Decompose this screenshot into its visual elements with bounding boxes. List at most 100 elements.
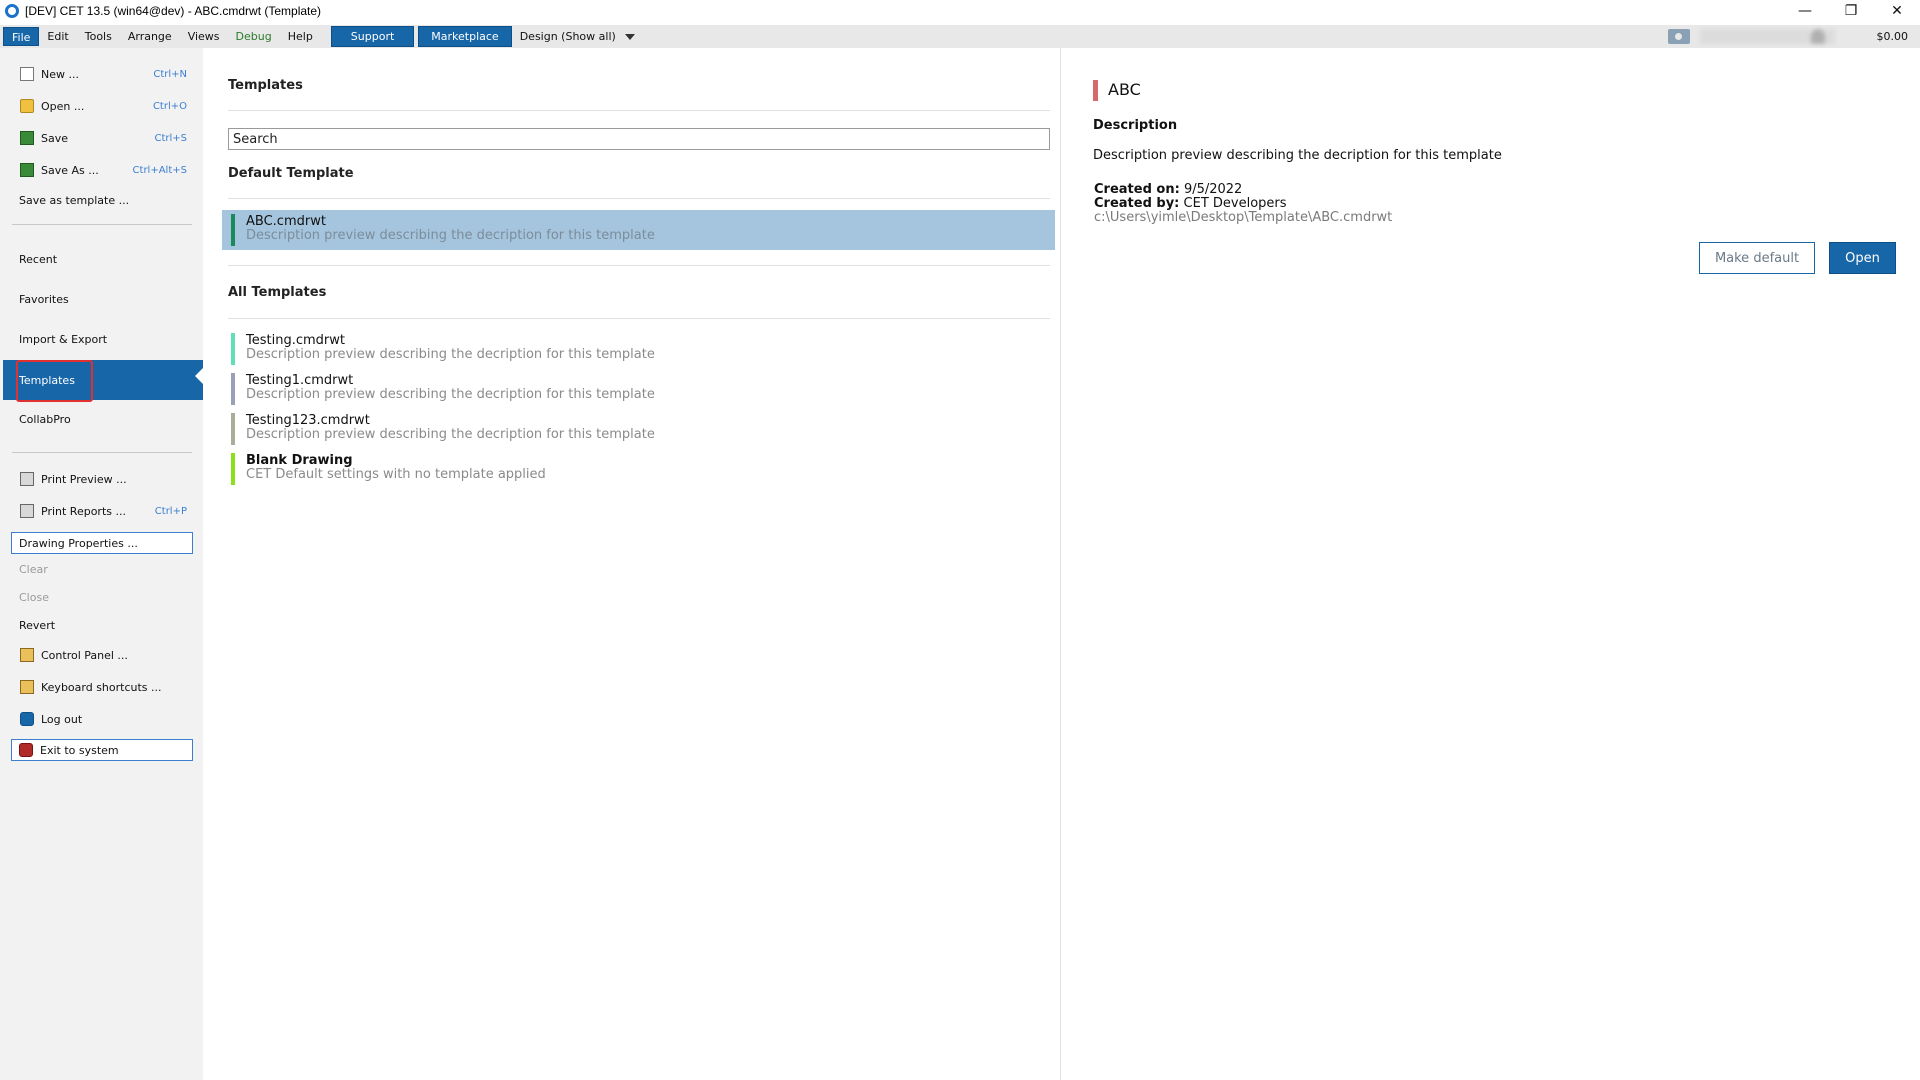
template-description: CET Default settings with no template ap… xyxy=(246,467,546,482)
sidebar-item-label: Control Panel ... xyxy=(41,648,128,662)
template-color-bar xyxy=(231,413,235,445)
divider xyxy=(228,198,1050,199)
templates-panel: Templates Default Template ABC.cmdrwt De… xyxy=(203,48,1061,1080)
sidebar-item-label: Drawing Properties ... xyxy=(19,536,138,550)
sidebar-item-label: Log out xyxy=(41,712,83,726)
description-heading: Description xyxy=(1093,118,1178,133)
created-on-row: Created on: 9/5/2022 xyxy=(1094,182,1242,197)
sidebar-item-print-preview[interactable]: Print Preview ... xyxy=(0,463,203,495)
user-account[interactable] xyxy=(1699,29,1835,44)
menu-help[interactable]: Help xyxy=(280,27,321,46)
sidebar-item-new[interactable]: New ... Ctrl+N xyxy=(0,58,203,90)
sidebar-item-save-as[interactable]: Save As ... Ctrl+Alt+S xyxy=(0,154,203,186)
menu-views[interactable]: Views xyxy=(180,27,228,46)
exit-power-icon xyxy=(19,743,33,757)
sidebar-item-save-as-template[interactable]: Save as template ... xyxy=(0,184,203,216)
sidebar-item-label: Clear xyxy=(19,562,48,576)
sidebar-item-label: Open ... xyxy=(41,99,85,113)
template-row[interactable]: Testing1.cmdrwt Description preview desc… xyxy=(231,373,1053,405)
sidebar-item-label: Exit to system xyxy=(40,743,119,757)
template-description: Description preview describing the decri… xyxy=(246,228,655,243)
support-button[interactable]: Support xyxy=(330,26,415,47)
selection-highlight-outline xyxy=(16,360,93,402)
window-controls: — ❐ ✕ xyxy=(1782,0,1920,22)
shortcut-label: Ctrl+S xyxy=(154,132,187,144)
sidebar-item-label: Revert xyxy=(19,618,56,632)
control-panel-icon xyxy=(20,648,34,662)
open-folder-icon xyxy=(20,99,34,113)
print-preview-icon xyxy=(20,472,34,486)
sidebar-item-label: Save xyxy=(41,131,69,145)
sidebar-item-label: Import & Export xyxy=(19,332,108,346)
sidebar-item-revert[interactable]: Revert xyxy=(0,609,203,641)
template-row[interactable]: Blank Drawing CET Default settings with … xyxy=(231,453,1053,485)
restore-button[interactable]: ❐ xyxy=(1828,0,1874,22)
templates-heading: Templates xyxy=(228,78,303,93)
template-title: ABC xyxy=(1108,80,1141,99)
title-bar: [DEV] CET 13.5 (win64@dev) - ABC.cmdrwt … xyxy=(0,0,1920,22)
sidebar-item-recent[interactable]: Recent xyxy=(0,243,203,275)
design-dropdown[interactable]: Design (Show all) xyxy=(520,30,635,43)
sidebar-item-label: Recent xyxy=(19,252,58,266)
template-color-bar xyxy=(231,453,235,485)
shortcut-label: Ctrl+Alt+S xyxy=(132,164,187,176)
sidebar-item-label: CollabPro xyxy=(19,412,71,426)
camera-icon[interactable] xyxy=(1667,29,1690,44)
default-template-row[interactable]: ABC.cmdrwt Description preview describin… xyxy=(222,210,1055,250)
sidebar-item-exit[interactable]: Exit to system xyxy=(11,739,193,761)
created-by-row: Created by: CET Developers xyxy=(1094,196,1287,211)
sidebar-item-save[interactable]: Save Ctrl+S xyxy=(0,122,203,154)
sidebar-item-favorites[interactable]: Favorites xyxy=(0,283,203,315)
sidebar-item-drawing-properties[interactable]: Drawing Properties ... xyxy=(11,532,193,554)
sidebar-item-collabpro[interactable]: CollabPro xyxy=(0,403,203,435)
template-row[interactable]: Testing123.cmdrwt Description preview de… xyxy=(231,413,1053,445)
sidebar-item-keyboard-shortcuts[interactable]: Keyboard shortcuts ... xyxy=(0,671,203,703)
marketplace-button[interactable]: Marketplace xyxy=(418,26,512,47)
template-color-bar xyxy=(231,333,235,365)
template-row[interactable]: Testing.cmdrwt Description preview descr… xyxy=(231,333,1053,365)
template-color-bar xyxy=(231,214,235,246)
sidebar-item-control-panel[interactable]: Control Panel ... xyxy=(0,639,203,671)
created-on-value: 9/5/2022 xyxy=(1183,182,1243,197)
menu-edit[interactable]: Edit xyxy=(39,27,76,46)
shortcut-label: Ctrl+N xyxy=(153,68,187,80)
sidebar-item-label: Save As ... xyxy=(41,163,99,177)
menu-right-area: $0.00 xyxy=(1667,25,1908,48)
template-name: Testing.cmdrwt xyxy=(246,333,345,348)
sidebar-item-log-out[interactable]: Log out xyxy=(0,703,203,735)
search-input[interactable] xyxy=(228,128,1050,150)
template-description: Description preview describing the decri… xyxy=(246,347,655,362)
template-description: Description preview describing the decri… xyxy=(1093,148,1502,163)
window-title: [DEV] CET 13.5 (win64@dev) - ABC.cmdrwt … xyxy=(25,4,322,18)
sidebar-item-label: Save as template ... xyxy=(19,193,130,207)
sidebar-item-print-reports[interactable]: Print Reports ... Ctrl+P xyxy=(0,495,203,527)
menu-file[interactable]: File xyxy=(3,27,40,46)
sidebar-item-label: Print Reports ... xyxy=(41,504,126,518)
shortcut-label: Ctrl+O xyxy=(152,100,187,112)
new-document-icon xyxy=(20,67,34,81)
template-color-bar xyxy=(231,373,235,405)
template-name: Blank Drawing xyxy=(246,453,353,468)
design-dropdown-label: Design (Show all) xyxy=(519,30,616,43)
sidebar-item-open[interactable]: Open ... Ctrl+O xyxy=(0,90,203,122)
template-detail-panel: ABC Description Description preview desc… xyxy=(1062,48,1920,1080)
menu-tools[interactable]: Tools xyxy=(77,27,120,46)
divider xyxy=(228,265,1050,266)
open-button[interactable]: Open xyxy=(1829,242,1896,274)
menu-arrange[interactable]: Arrange xyxy=(120,27,180,46)
sidebar-item-import-export[interactable]: Import & Export xyxy=(0,323,203,355)
save-icon xyxy=(20,131,34,145)
created-by-value: CET Developers xyxy=(1183,196,1287,211)
close-button[interactable]: ✕ xyxy=(1874,0,1920,22)
template-path: c:\Users\yimle\Desktop\Template\ABC.cmdr… xyxy=(1094,210,1393,225)
default-template-heading: Default Template xyxy=(228,166,354,181)
sidebar-divider xyxy=(12,452,192,453)
template-name: ABC.cmdrwt xyxy=(246,214,326,229)
make-default-button[interactable]: Make default xyxy=(1699,242,1815,274)
minimize-button[interactable]: — xyxy=(1782,0,1828,22)
power-icon xyxy=(20,712,34,726)
app-logo-icon xyxy=(5,4,19,18)
menu-debug[interactable]: Debug xyxy=(228,27,280,46)
menu-bar: File Edit Tools Arrange Views Debug Help… xyxy=(0,25,1920,48)
save-as-icon xyxy=(20,163,34,177)
